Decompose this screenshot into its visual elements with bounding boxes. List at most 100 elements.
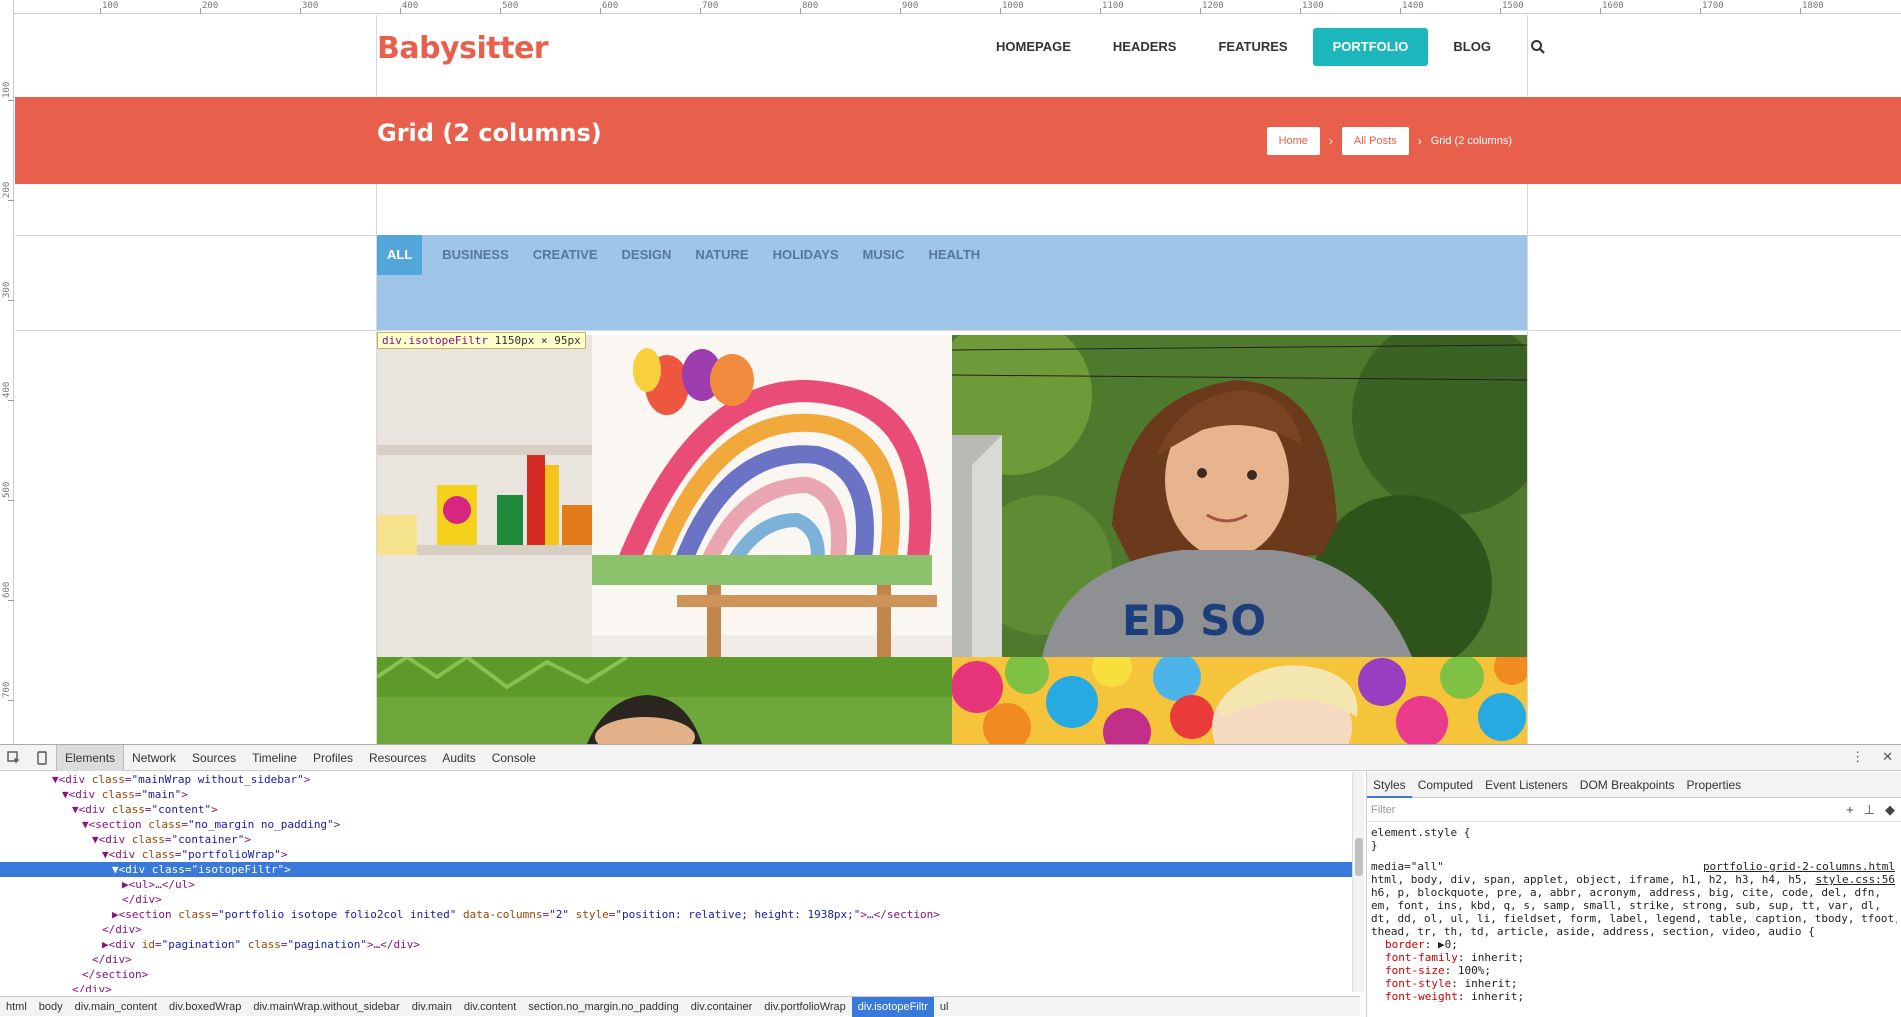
site-logo[interactable]: Babysitter (377, 31, 549, 66)
dom-node[interactable]: ▶<ul>…</ul> (0, 877, 1360, 892)
pin-icon[interactable]: ⊥ (1864, 802, 1875, 818)
tab-styles[interactable]: Styles (1367, 772, 1412, 798)
style-rule-line: thead, tr, th, td, article, aside, addre… (1371, 925, 1815, 938)
dom-breadcrumb-item[interactable]: div.container (685, 997, 759, 1017)
dom-breadcrumb-item[interactable]: div.main (406, 997, 458, 1017)
tab-profiles[interactable]: Profiles (305, 745, 361, 771)
dom-breadcrumb-item[interactable]: div.boxedWrap (163, 997, 247, 1017)
portfolio-item-ball-pit[interactable] (952, 657, 1527, 744)
guide-bottom (15, 330, 1901, 331)
portfolio-item-child-grass[interactable] (377, 657, 952, 744)
ruler-label: 500 (2, 481, 12, 498)
filter-holidays[interactable]: HOLIDAYS (761, 235, 851, 275)
close-icon[interactable]: ✕ (1882, 749, 1893, 765)
dom-node[interactable]: ▼<div class="content"> (0, 802, 1360, 817)
nav-portfolio[interactable]: PORTFOLIO (1312, 28, 1429, 66)
portfolio-item-boy[interactable]: ED SO (952, 335, 1527, 657)
ruler-tick (1100, 8, 1101, 14)
filter-nature[interactable]: NATURE (683, 235, 760, 275)
portfolio-item-painting[interactable] (377, 335, 952, 657)
child-grass-image (377, 657, 952, 744)
device-mode-icon[interactable] (28, 745, 56, 771)
tab-event-listeners[interactable]: Event Listeners (1479, 772, 1574, 798)
inspect-element-icon[interactable] (0, 745, 28, 771)
more-options-icon[interactable]: ⋮ (1851, 749, 1864, 765)
tab-properties[interactable]: Properties (1680, 772, 1747, 798)
dom-node[interactable]: ▶<div id="pagination" class="pagination"… (0, 937, 1360, 952)
ruler-tick (700, 8, 701, 14)
new-rule-icon[interactable]: + (1846, 802, 1854, 818)
ruler-label: 300 (2, 281, 12, 298)
nav-headers[interactable]: HEADERS (1092, 28, 1198, 66)
ruler-tick (8, 700, 14, 701)
ruler-label: 900 (902, 1, 919, 11)
ruler-label: 200 (202, 1, 219, 11)
styles-filter-input[interactable]: Filter + ⊥ ◆ (1367, 798, 1901, 822)
dom-breadcrumb-item[interactable]: section.no_margin.no_padding (522, 997, 684, 1017)
nav-blog[interactable]: BLOG (1432, 28, 1512, 66)
ruler-label: 600 (2, 581, 12, 598)
tab-audits[interactable]: Audits (434, 745, 483, 771)
dom-breadcrumb-item[interactable]: body (33, 997, 69, 1017)
ruler-tick (800, 8, 801, 14)
scrollbar-thumb[interactable] (1355, 838, 1363, 876)
style-property-value: : ▶0; (1424, 938, 1458, 951)
ruler-tick (1300, 8, 1301, 14)
filter-all[interactable]: ALL (377, 235, 423, 275)
stylesheet-link[interactable]: portfolio-grid-2-columns.html (1703, 860, 1895, 873)
search-icon[interactable] (1530, 39, 1546, 55)
ruler-label: 700 (702, 1, 719, 11)
style-property[interactable]: border: ▶0; (1371, 938, 1897, 951)
dom-node[interactable]: </div> (0, 952, 1360, 967)
style-rule-line: dt, dd, ol, ul, li, fieldset, form, labe… (1371, 912, 1897, 925)
dom-node[interactable]: ▼<div class="portfolioWrap"> (0, 847, 1360, 862)
dom-breadcrumb-item[interactable]: div.mainWrap.without_sidebar (247, 997, 405, 1017)
filter-business[interactable]: BUSINESS (430, 235, 520, 275)
dom-breadcrumb-item[interactable]: div.isotopeFiltr (851, 996, 934, 1017)
dom-node[interactable]: ▼<div class="isotopeFiltr"> (0, 862, 1360, 877)
dom-breadcrumb-item[interactable]: html (0, 997, 33, 1017)
style-property[interactable]: font-style: inherit; (1371, 977, 1897, 990)
tab-dom-breakpoints[interactable]: DOM Breakpoints (1574, 772, 1681, 798)
nav-homepage[interactable]: HOMEPAGE (975, 28, 1092, 66)
breadcrumb-all-posts[interactable]: All Posts (1341, 127, 1409, 155)
style-property[interactable]: font-weight: inherit; (1371, 990, 1897, 1003)
filter-creative[interactable]: CREATIVE (521, 235, 610, 275)
dom-node[interactable]: ▼<div class="container"> (0, 832, 1360, 847)
dom-node[interactable]: ▼<div class="main"> (0, 787, 1360, 802)
dom-breadcrumb-item[interactable]: div.portfolioWrap (758, 997, 852, 1017)
style-property[interactable]: font-family: inherit; (1371, 951, 1897, 964)
dom-node[interactable]: </div> (0, 982, 1360, 992)
dom-node[interactable]: ▶<section class="portfolio isotope folio… (0, 907, 1360, 922)
dom-breadcrumb-item[interactable]: div.main_content (69, 997, 163, 1017)
nav-features[interactable]: FEATURES (1197, 28, 1308, 66)
style-property-value: : inherit; (1457, 990, 1525, 1003)
tab-network[interactable]: Network (124, 745, 184, 771)
breadcrumb-home[interactable]: Home (1266, 127, 1320, 155)
tab-elements[interactable]: Elements (56, 744, 125, 771)
filter-design[interactable]: DESIGN (610, 235, 684, 275)
style-rule-line: h6, p, blockquote, pre, a, abbr, acronym… (1371, 886, 1881, 899)
dom-node[interactable]: </section> (0, 967, 1360, 982)
dom-breadcrumb-item[interactable]: div.content (458, 997, 522, 1017)
color-format-icon[interactable]: ◆ (1885, 802, 1895, 818)
dom-node[interactable]: ▼<div class="mainWrap without_sidebar"> (0, 772, 1360, 787)
dom-node[interactable]: </div> (0, 922, 1360, 937)
dom-breadcrumb-item[interactable]: ul (934, 997, 955, 1017)
tab-sources[interactable]: Sources (184, 745, 244, 771)
tab-resources[interactable]: Resources (361, 745, 434, 771)
dom-node[interactable]: ▼<section class="no_margin no_padding"> (0, 817, 1360, 832)
stylesheet-link[interactable]: style.css:56 (1816, 873, 1895, 886)
ruler-tick (1400, 8, 1401, 14)
ruler-label: 1300 (1302, 1, 1324, 11)
dom-node[interactable]: </div> (0, 892, 1360, 907)
filter-music[interactable]: MUSIC (851, 235, 917, 275)
tab-computed[interactable]: Computed (1412, 772, 1479, 798)
filter-health[interactable]: HEALTH (916, 235, 992, 275)
style-property[interactable]: font-size: 100%; (1371, 964, 1897, 977)
ruler-label: 500 (502, 1, 519, 11)
dom-tree-scrollbar[interactable] (1352, 772, 1364, 992)
tab-timeline[interactable]: Timeline (244, 745, 305, 771)
tab-console[interactable]: Console (484, 745, 544, 771)
ruler-label: 700 (2, 681, 12, 698)
